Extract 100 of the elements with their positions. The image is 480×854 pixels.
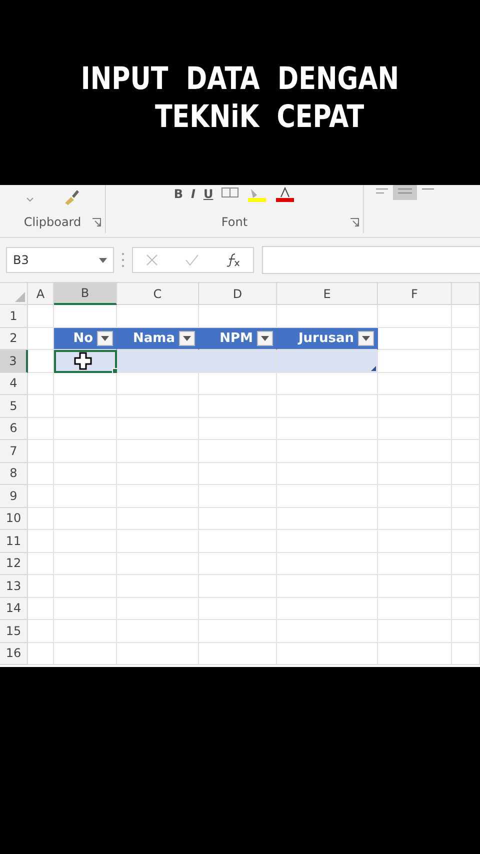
grid-cell[interactable] xyxy=(452,462,480,485)
grid-cell[interactable] xyxy=(28,508,54,530)
grid-cell[interactable] xyxy=(199,418,277,440)
grid-cell[interactable] xyxy=(452,440,480,462)
grid-cell[interactable] xyxy=(277,530,378,552)
cancel-icon[interactable] xyxy=(146,254,158,266)
column-header[interactable]: E xyxy=(277,283,378,305)
grid-cell[interactable] xyxy=(54,418,117,440)
grid-cell[interactable] xyxy=(54,530,117,552)
grid-cell[interactable] xyxy=(277,552,378,575)
table-cell[interactable] xyxy=(117,350,199,372)
grid-cell[interactable] xyxy=(452,372,480,395)
grid-cell[interactable] xyxy=(378,598,452,620)
grid-cell[interactable] xyxy=(28,575,54,598)
grid-cell[interactable] xyxy=(199,440,277,462)
grid-cell[interactable] xyxy=(378,418,452,440)
table-header-cell[interactable]: NPM xyxy=(199,328,277,350)
column-header[interactable]: C xyxy=(117,283,199,305)
grid-cell[interactable] xyxy=(277,575,378,598)
grid-cell[interactable] xyxy=(28,440,54,462)
grid-cell[interactable] xyxy=(117,485,199,508)
dropdown-arrow-icon[interactable] xyxy=(99,258,107,262)
grid-cell[interactable] xyxy=(199,552,277,575)
filter-button[interactable] xyxy=(97,330,113,346)
grid-cell[interactable] xyxy=(277,620,378,642)
fill-color-icon[interactable] xyxy=(247,187,268,203)
row-header[interactable]: 3 xyxy=(0,350,28,372)
grid-cell[interactable] xyxy=(452,575,480,598)
grid-cell[interactable] xyxy=(452,508,480,530)
grid-cell[interactable] xyxy=(117,530,199,552)
grid-cell[interactable] xyxy=(199,575,277,598)
format-button[interactable]: I xyxy=(190,187,196,201)
grid-cell[interactable] xyxy=(199,485,277,508)
column-header[interactable]: F xyxy=(378,283,452,305)
grid-cell[interactable] xyxy=(54,598,117,620)
grid-cell[interactable] xyxy=(452,328,480,350)
grid-cell[interactable] xyxy=(199,395,277,418)
grid-cell[interactable] xyxy=(378,620,452,642)
filter-button[interactable] xyxy=(179,330,195,346)
grid-cell[interactable] xyxy=(28,418,54,440)
grid-cell[interactable] xyxy=(199,620,277,642)
grid-cell[interactable] xyxy=(378,350,452,372)
grid-cell[interactable] xyxy=(277,642,378,665)
font-color-icon[interactable] xyxy=(275,187,296,203)
grid-cell[interactable] xyxy=(452,485,480,508)
grid-cell[interactable] xyxy=(452,598,480,620)
grid-cell[interactable] xyxy=(54,552,117,575)
grid-cell[interactable] xyxy=(452,620,480,642)
grid-cell[interactable] xyxy=(28,372,54,395)
grid-cell[interactable] xyxy=(277,395,378,418)
grid-cell[interactable] xyxy=(452,642,480,665)
grid-cell[interactable] xyxy=(54,462,117,485)
function-icon[interactable] xyxy=(226,253,240,267)
grid-cell[interactable] xyxy=(117,598,199,620)
filter-button[interactable] xyxy=(358,330,374,346)
grid-cell[interactable] xyxy=(28,620,54,642)
filter-button[interactable] xyxy=(257,330,273,346)
resize-handle-icon[interactable] xyxy=(371,366,376,370)
grid-cell[interactable] xyxy=(117,305,199,328)
grid-cell[interactable] xyxy=(199,598,277,620)
grid-cell[interactable] xyxy=(54,395,117,418)
column-header[interactable]: D xyxy=(199,283,277,305)
grid-cell[interactable] xyxy=(277,508,378,530)
grid-cell[interactable] xyxy=(199,508,277,530)
grid-cell[interactable] xyxy=(378,440,452,462)
grid-cell[interactable] xyxy=(117,395,199,418)
grid-cell[interactable] xyxy=(199,305,277,328)
grid-cell[interactable] xyxy=(117,508,199,530)
table-header-cell[interactable]: No xyxy=(54,328,117,350)
grid-cell[interactable] xyxy=(199,642,277,665)
row-header[interactable]: 8 xyxy=(0,462,28,485)
grid-cell[interactable] xyxy=(117,552,199,575)
row-header[interactable]: 9 xyxy=(0,485,28,508)
grid-cell[interactable] xyxy=(378,328,452,350)
grid-cell[interactable] xyxy=(277,598,378,620)
grid-cell[interactable] xyxy=(199,372,277,395)
row-header[interactable]: 12 xyxy=(0,552,28,575)
grid-cell[interactable] xyxy=(452,418,480,440)
grid-cell[interactable] xyxy=(378,642,452,665)
grid-cell[interactable] xyxy=(28,462,54,485)
row-header[interactable]: 14 xyxy=(0,598,28,620)
grid-cell[interactable] xyxy=(378,530,452,552)
grid-cell[interactable] xyxy=(28,642,54,665)
grid-cell[interactable] xyxy=(277,440,378,462)
grid-cell[interactable] xyxy=(378,462,452,485)
grid-cell[interactable] xyxy=(28,305,54,328)
grid-cell[interactable] xyxy=(378,305,452,328)
format-button[interactable]: U xyxy=(203,187,214,201)
row-header[interactable]: 4 xyxy=(0,372,28,395)
table-header-cell[interactable]: Jurusan xyxy=(277,328,378,350)
grid-cell[interactable] xyxy=(277,372,378,395)
grid-cell[interactable] xyxy=(378,575,452,598)
table-header-cell[interactable]: Nama xyxy=(117,328,199,350)
grid-cell[interactable] xyxy=(199,530,277,552)
formula-field[interactable] xyxy=(262,246,480,274)
grid-cell[interactable] xyxy=(452,350,480,372)
select-all-icon[interactable] xyxy=(15,292,25,302)
row-header[interactable]: 10 xyxy=(0,508,28,530)
dialog-launcher-icon[interactable] xyxy=(92,218,101,227)
grid-cell[interactable] xyxy=(277,305,378,328)
